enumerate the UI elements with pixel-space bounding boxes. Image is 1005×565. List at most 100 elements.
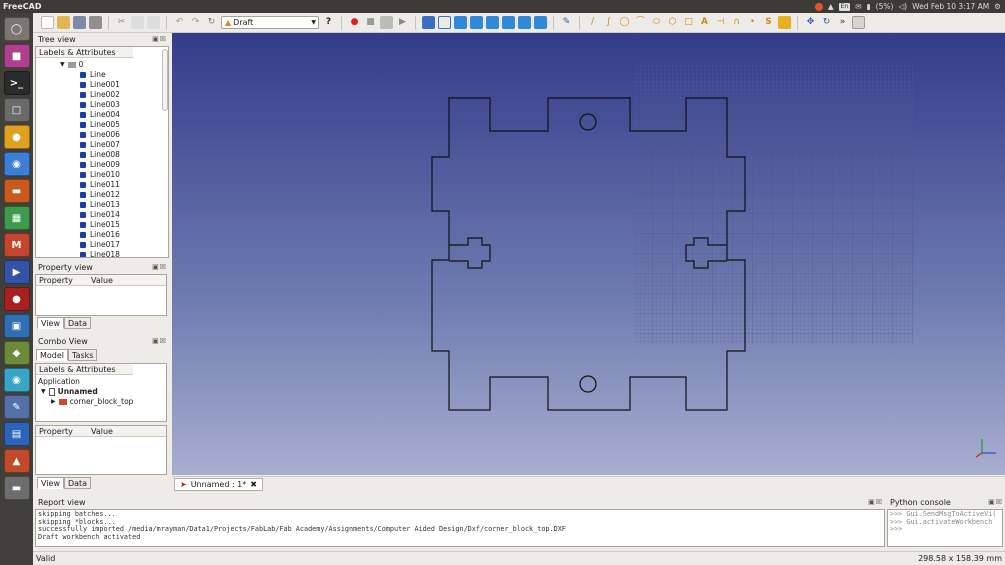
trash-icon[interactable]: ▬ xyxy=(3,476,30,500)
tree-item[interactable]: Line013 xyxy=(80,200,168,210)
draft-ellipse-icon[interactable]: ⬭ xyxy=(650,16,663,29)
tree-item[interactable]: Line014 xyxy=(80,210,168,220)
macros-icon[interactable] xyxy=(380,16,393,29)
panel-float-close-controls[interactable]: ▣☒ xyxy=(152,263,169,271)
python-console-input[interactable]: >>> Gui.SendMsgToActiveVi( >>> Gui.activ… xyxy=(887,509,1003,547)
tree-item[interactable]: Line012 xyxy=(80,190,168,200)
wifi-icon[interactable]: ▲ xyxy=(828,2,834,11)
terminal-icon[interactable]: >_ xyxy=(3,71,30,95)
spreadsheet-icon[interactable]: ▦ xyxy=(3,206,30,230)
ubuntu-software-icon[interactable]: ▲ xyxy=(3,449,30,473)
draft-rectangle-icon[interactable]: □ xyxy=(682,16,695,29)
panel-float-close-controls[interactable]: ▣☒ xyxy=(152,337,169,345)
chrome-tray-icon[interactable] xyxy=(814,2,823,11)
dash-home-icon[interactable]: ◯ xyxy=(3,17,30,41)
tab-tasks[interactable]: Tasks xyxy=(68,349,98,361)
clock[interactable]: Wed Feb 10 3:17 AM xyxy=(912,2,989,11)
front-view-icon[interactable] xyxy=(454,16,467,29)
tree-item[interactable]: Line008 xyxy=(80,150,168,160)
lightbulb-icon[interactable]: ● xyxy=(3,125,30,149)
draft-arc-icon[interactable]: ⌒ xyxy=(634,16,647,29)
tree-root-group[interactable]: ▼ 0 xyxy=(60,60,168,70)
expand-arrow-icon[interactable]: ▼ xyxy=(41,387,46,397)
volume-icon[interactable]: ◁) xyxy=(898,2,907,11)
tab-view[interactable]: View xyxy=(37,477,64,489)
draft-circle-icon[interactable]: ◯ xyxy=(618,16,631,29)
draft-dimension-icon[interactable]: ⊣ xyxy=(714,16,727,29)
execute-macro-icon[interactable]: ▶ xyxy=(396,16,409,29)
panel-float-close-controls[interactable]: ▣☒ xyxy=(868,498,885,506)
tree-item[interactable]: Line018 xyxy=(80,250,168,257)
tree-item[interactable]: Line004 xyxy=(80,110,168,120)
draft-shapestring-icon[interactable]: S xyxy=(762,16,775,29)
print-icon[interactable] xyxy=(89,16,102,29)
right-view-icon[interactable] xyxy=(486,16,499,29)
draft-point-icon[interactable]: • xyxy=(746,16,759,29)
tree-scrollbar[interactable] xyxy=(162,49,168,111)
red-app-icon[interactable]: ● xyxy=(3,287,30,311)
draft-facebinder-icon[interactable] xyxy=(778,16,791,29)
launcher-app-icon[interactable]: ■ xyxy=(3,44,30,68)
redo-icon[interactable]: ↷ xyxy=(189,16,202,29)
draft-polygon-icon[interactable]: ⬡ xyxy=(666,16,679,29)
tree-item[interactable]: Line015 xyxy=(80,220,168,230)
fit-all-icon[interactable] xyxy=(422,16,435,29)
tree-item[interactable]: Line017 xyxy=(80,240,168,250)
draft-move-icon[interactable]: ✥ xyxy=(804,16,817,29)
gmail-icon[interactable]: M xyxy=(3,233,30,257)
report-output[interactable]: skipping batches... skipping *blocks... … xyxy=(35,509,885,547)
tree-object[interactable]: ▶ corner_block_top xyxy=(38,397,166,407)
bottom-view-icon[interactable] xyxy=(518,16,531,29)
tab-data[interactable]: Data xyxy=(63,317,92,329)
top-view-icon[interactable] xyxy=(470,16,483,29)
rear-view-icon[interactable] xyxy=(502,16,515,29)
tree-item[interactable]: Line002 xyxy=(80,90,168,100)
draft-text-icon[interactable]: A xyxy=(698,16,711,29)
snap-lock-icon[interactable] xyxy=(852,16,865,29)
tree-item[interactable]: Line005 xyxy=(80,120,168,130)
browser-icon[interactable]: ◉ xyxy=(3,368,30,392)
battery-icon[interactable]: ▮ xyxy=(867,2,871,11)
left-view-icon[interactable] xyxy=(534,16,547,29)
tree-item[interactable]: Line011 xyxy=(80,180,168,190)
workbench-selector[interactable]: ▲ Draft ▼ xyxy=(221,16,319,29)
tree-item[interactable]: Line001 xyxy=(80,80,168,90)
draft-bspline-icon[interactable]: ∩ xyxy=(730,16,743,29)
freecad-launcher-icon[interactable]: ◆ xyxy=(3,341,30,365)
tree-item[interactable]: Line006 xyxy=(80,130,168,140)
tree-item[interactable]: Line xyxy=(80,70,168,80)
record-macro-icon[interactable]: ● xyxy=(348,16,361,29)
draft-rotate-icon[interactable]: ↻ xyxy=(820,16,833,29)
toolbar-overflow-icon[interactable]: » xyxy=(836,16,849,29)
youtube-icon[interactable]: ▶ xyxy=(3,260,30,284)
cut-icon[interactable]: ✂ xyxy=(115,16,128,29)
paste-icon[interactable] xyxy=(147,16,160,29)
tab-view[interactable]: View xyxy=(37,317,64,329)
tab-data[interactable]: Data xyxy=(63,477,92,489)
whats-this-icon[interactable]: ? xyxy=(322,16,335,29)
save-icon[interactable] xyxy=(73,16,86,29)
panel-float-close-controls[interactable]: ▣☒ xyxy=(988,498,1005,506)
close-icon[interactable]: ✖ xyxy=(250,480,257,489)
collapse-arrow-icon[interactable]: ▶ xyxy=(51,397,56,407)
workspace-icon[interactable]: □ xyxy=(3,98,30,122)
settings-gear-icon[interactable]: ⚙ xyxy=(994,2,1001,11)
tree-item[interactable]: Line016 xyxy=(80,230,168,240)
keyboard-indicator[interactable]: En xyxy=(838,2,851,11)
tree-item[interactable]: Line003 xyxy=(80,100,168,110)
undo-icon[interactable]: ↶ xyxy=(173,16,186,29)
measure-icon[interactable]: ✎ xyxy=(560,16,573,29)
copy-icon[interactable] xyxy=(131,16,144,29)
new-document-icon[interactable] xyxy=(41,16,54,29)
paint-icon[interactable]: ✎ xyxy=(3,395,30,419)
draft-wire-icon[interactable]: ∫ xyxy=(602,16,615,29)
tree-item[interactable]: Line007 xyxy=(80,140,168,150)
expand-arrow-icon[interactable]: ▼ xyxy=(60,60,65,70)
3d-viewport[interactable] xyxy=(172,33,1005,475)
monitor-icon[interactable]: ▣ xyxy=(3,314,30,338)
battery-percent[interactable]: (5%) xyxy=(876,2,894,11)
tree-document[interactable]: ▼ Unnamed xyxy=(38,387,166,397)
calendar-icon[interactable]: ▤ xyxy=(3,422,30,446)
tab-model[interactable]: Model xyxy=(36,349,69,361)
document-tab[interactable]: ➤ Unnamed : 1* ✖ xyxy=(174,478,263,491)
